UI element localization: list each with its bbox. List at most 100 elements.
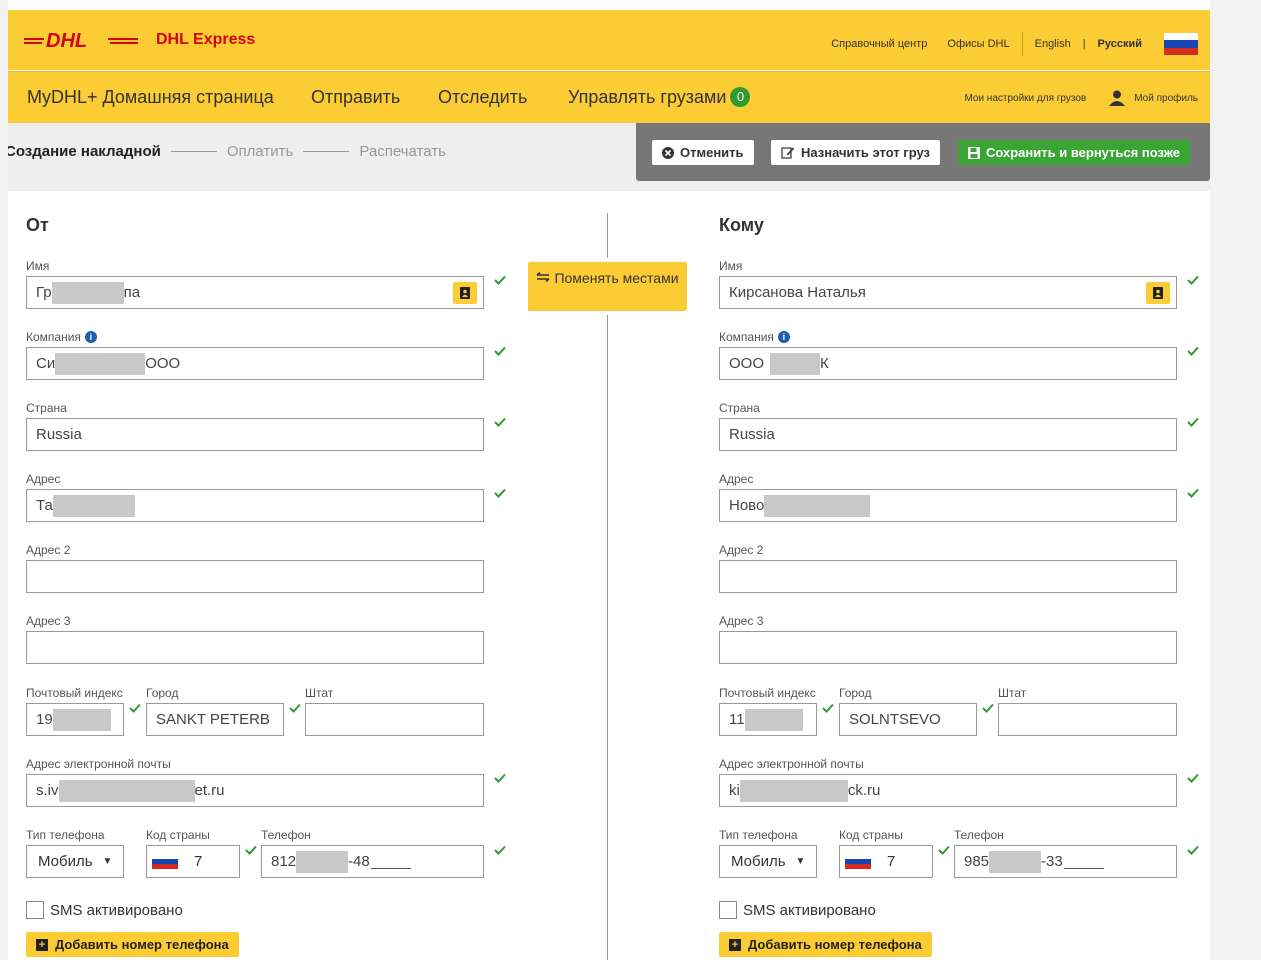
address-label: Адрес xyxy=(719,472,754,486)
help-center-link[interactable]: Справочный центр xyxy=(831,38,927,50)
recipient-name-input[interactable]: Кирсанова Наталья xyxy=(719,276,1177,309)
dhl-offices-link[interactable]: Офисы DHL xyxy=(947,38,1009,50)
step-print: Распечатать xyxy=(359,143,446,160)
cancel-button[interactable]: Отменить xyxy=(652,140,754,165)
recipient-postal-input[interactable]: 11 xyxy=(719,703,817,736)
valid-check-icon xyxy=(1187,346,1199,356)
phone-text: -33 xyxy=(1041,853,1063,870)
phone-type-value: Мобиль xyxy=(38,853,93,870)
sender-email-field: Адрес электронной почты s.iv et.ru xyxy=(26,756,484,807)
nav-track[interactable]: Отследить xyxy=(438,87,527,108)
sender-country-code-select[interactable]: 7 xyxy=(146,845,240,878)
recipient-email-field: Адрес электронной почты ki ck.ru xyxy=(719,756,1177,807)
sender-country-field: Страна Russia xyxy=(26,400,484,451)
sender-phone-field: Телефон 812 -48 xyxy=(261,827,484,878)
sender-name-field: Имя Гр па xyxy=(26,258,484,309)
assign-shipment-button[interactable]: Назначить этот груз xyxy=(771,140,941,165)
phone-mask xyxy=(370,855,411,869)
brand-name: DHL Express xyxy=(156,31,256,48)
redacted xyxy=(58,779,195,802)
recipient-country-code-select[interactable]: 7 xyxy=(839,845,933,878)
info-icon[interactable]: i xyxy=(777,331,790,343)
english-link[interactable]: English xyxy=(1035,38,1071,50)
nav-home[interactable]: MyDHL+ Домашняя страница xyxy=(27,87,274,108)
postal-label: Почтовый индекс xyxy=(719,686,816,700)
dhl-logo[interactable]: DHL DHL Express xyxy=(24,30,255,50)
sender-state-input[interactable] xyxy=(305,703,484,736)
recipient-phone-input[interactable]: 985 -33 xyxy=(954,845,1177,878)
sms-checkbox[interactable] xyxy=(719,901,737,919)
recipient-phone-field: Телефон 985 -33 xyxy=(954,827,1177,878)
sender-name-input[interactable]: Гр па xyxy=(26,276,484,309)
valid-check-icon xyxy=(1187,488,1199,498)
shipment-settings-link[interactable]: Мои настройки для грузов xyxy=(964,93,1086,104)
sender-phone-input[interactable]: 812 -48 xyxy=(261,845,484,878)
recipient-email-input[interactable]: ki ck.ru xyxy=(719,774,1177,807)
valid-check-icon xyxy=(245,845,257,855)
recipient-add-phone-button[interactable]: + Добавить номер телефона xyxy=(719,932,932,957)
country-code-value: 7 xyxy=(887,853,896,870)
column-divider xyxy=(607,315,608,960)
step-connector xyxy=(303,151,350,152)
address-text: Ново xyxy=(729,497,765,514)
recipient-address2-input[interactable] xyxy=(719,560,1177,593)
sender-email-input[interactable]: s.iv et.ru xyxy=(26,774,484,807)
sender-sms-row[interactable]: SMS активировано xyxy=(26,901,183,919)
address-book-button[interactable] xyxy=(1146,282,1170,304)
recipient-title: Кому xyxy=(719,215,764,235)
info-icon[interactable]: i xyxy=(84,331,97,343)
recipient-company-input[interactable]: ООО К xyxy=(719,347,1177,380)
city-label: Город xyxy=(839,686,872,700)
russia-flag-icon[interactable] xyxy=(1164,33,1198,55)
address-book-button[interactable] xyxy=(453,282,477,304)
recipient-sms-row[interactable]: SMS активировано xyxy=(719,901,876,919)
sender-country-input[interactable]: Russia xyxy=(26,418,484,451)
recipient-state-input[interactable] xyxy=(998,703,1177,736)
valid-check-icon xyxy=(494,845,506,855)
sms-checkbox[interactable] xyxy=(26,901,44,919)
sender-add-phone-button[interactable]: + Добавить номер телефона xyxy=(26,932,239,957)
action-panel: Отменить Назначить этот груз Сохранить и… xyxy=(636,123,1210,181)
nav-manage-label: Управлять грузами xyxy=(568,87,727,107)
save-later-label: Сохранить и вернуться позже xyxy=(986,145,1181,160)
sender-address-input[interactable]: Та xyxy=(26,489,484,522)
sender-city-input[interactable]: SANKT PETERB xyxy=(146,703,284,736)
redacted xyxy=(770,352,821,375)
company-text: ООО xyxy=(145,355,181,372)
address-book-icon xyxy=(1153,287,1163,299)
save-return-later-button[interactable]: Сохранить и вернуться позже xyxy=(958,140,1191,165)
address-text: Та xyxy=(36,497,53,514)
dhl-logo-icon: DHL xyxy=(24,30,138,50)
phone-type-label: Тип телефона xyxy=(719,828,798,842)
nav-manage[interactable]: Управлять грузами 0 xyxy=(568,87,751,108)
recipient-address-input[interactable]: Ново xyxy=(719,489,1177,522)
company-text: К xyxy=(820,355,829,372)
nav-right: Мои настройки для грузов Мой профиль xyxy=(964,90,1198,106)
name-text: Гр xyxy=(36,284,52,301)
recipient-address-field: Адрес Ново xyxy=(719,471,1177,522)
address-book-icon xyxy=(460,287,470,299)
sender-address3-input[interactable] xyxy=(26,631,484,664)
shipments-count-badge: 0 xyxy=(730,87,751,107)
sender-phone-type-select[interactable]: Мобиль ▼ xyxy=(26,845,124,878)
email-text: ki xyxy=(729,782,740,799)
sender-address2-input[interactable] xyxy=(26,560,484,593)
email-label: Адрес электронной почты xyxy=(26,757,171,771)
company-label: Компания i xyxy=(26,329,484,345)
recipient-city-input[interactable]: SOLNTSEVO xyxy=(839,703,977,736)
main-nav: MyDHL+ Домашняя страница Отправить Отсле… xyxy=(8,71,1210,123)
russian-link[interactable]: Русский xyxy=(1098,38,1142,50)
recipient-country-code-field: Код страны 7 xyxy=(839,827,933,878)
country-code-label: Код страны xyxy=(146,828,210,842)
nav-send[interactable]: Отправить xyxy=(311,87,400,108)
recipient-country-input[interactable]: Russia xyxy=(719,418,1177,451)
recipient-phone-type-select[interactable]: Мобиль ▼ xyxy=(719,845,817,878)
swap-addresses-button[interactable]: Поменять местами xyxy=(528,262,687,311)
edit-icon xyxy=(781,147,795,159)
russia-flag-icon xyxy=(845,854,871,869)
sender-postal-input[interactable]: 19 xyxy=(26,703,124,736)
profile-link[interactable]: Мой профиль xyxy=(1134,93,1198,104)
recipient-address3-input[interactable] xyxy=(719,631,1177,664)
save-icon xyxy=(968,146,980,159)
sender-company-input[interactable]: Си ООО xyxy=(26,347,484,380)
